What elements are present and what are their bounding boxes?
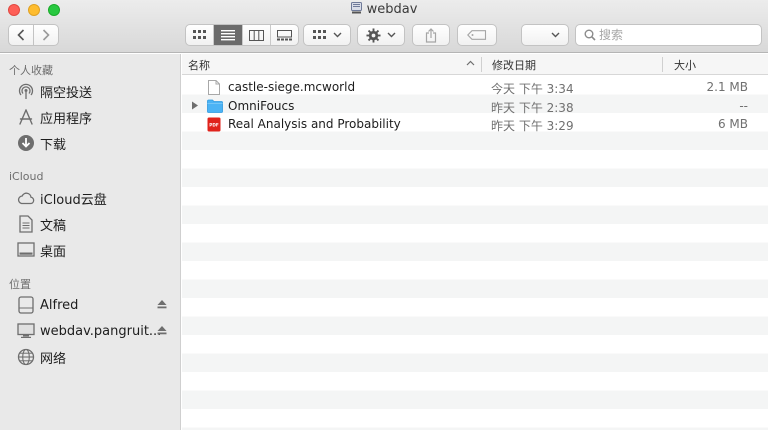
list-item[interactable]: OmniFoucs 昨天 下午 2:38 -- (182, 97, 768, 116)
back-button[interactable] (8, 24, 34, 46)
list-icon (220, 29, 235, 40)
pdf-badge-text: PDF (209, 123, 219, 128)
sidebar-item-label: Alfred (40, 297, 79, 313)
folder-icon (207, 99, 223, 113)
columns-icon (248, 29, 264, 41)
applications-icon (17, 108, 35, 126)
sidebar-item-applications[interactable]: 应用程序 (0, 105, 180, 129)
chevron-right-icon (42, 29, 50, 41)
desktop-icon (17, 241, 35, 259)
file-size: -- (739, 98, 748, 113)
sidebar-item-label: 隔空投送 (40, 85, 93, 101)
file-date: 昨天 下午 3:29 (491, 119, 574, 133)
column-divider[interactable] (662, 57, 663, 72)
sidebar: 个人收藏 隔空投送 应用程序 下载 iCloud iCloud云盘 文稿 桌面 … (0, 54, 181, 430)
eject-icon[interactable] (157, 325, 167, 335)
file-name: OmniFoucs (228, 98, 295, 113)
cloud-icon (17, 189, 35, 207)
sidebar-section-title-favorites: 个人收藏 (9, 64, 53, 77)
airdrop-icon (17, 82, 35, 100)
forward-button[interactable] (33, 24, 59, 46)
chevron-down-icon (387, 32, 396, 38)
pdf-icon: PDF (207, 117, 221, 132)
sidebar-item-alfred[interactable]: Alfred (0, 293, 180, 317)
sidebar-item-label: 桌面 (40, 244, 67, 260)
toolbar: webdav (0, 0, 768, 53)
file-size: 2.1 MB (706, 80, 748, 94)
icon-view-button[interactable] (186, 25, 215, 45)
file-name: castle-siege.mcworld (228, 80, 356, 94)
sidebar-item-label: webdav.pangruit... (40, 323, 162, 339)
tag-icon (467, 30, 487, 40)
document-icon (17, 215, 35, 233)
network-drive-icon (350, 2, 362, 14)
list-item[interactable]: PDF Real Analysis and Probability 昨天 下午 … (182, 115, 768, 134)
window-title: webdav (366, 2, 418, 17)
file-size: 6 MB (717, 117, 748, 131)
sidebar-item-documents[interactable]: 文稿 (0, 212, 180, 236)
disclosure-triangle-icon[interactable] (191, 101, 199, 110)
sidebar-item-label: 应用程序 (40, 111, 93, 127)
group-by-button[interactable] (303, 24, 351, 46)
sidebar-item-webdav[interactable]: webdav.pangruit... (0, 319, 180, 343)
network-globe-icon (17, 348, 35, 366)
share-button[interactable] (412, 24, 450, 46)
eject-icon[interactable] (157, 299, 167, 309)
sidebar-section-title-icloud: iCloud (9, 170, 44, 183)
chevron-left-icon (17, 29, 25, 41)
file-name: Real Analysis and Probability (228, 117, 401, 131)
column-divider[interactable] (481, 57, 482, 72)
file-icon (208, 80, 220, 95)
group-grid-icon (312, 30, 326, 39)
gallery-view-button[interactable] (271, 25, 298, 45)
column-view-button[interactable] (243, 25, 271, 45)
sidebar-item-label: 网络 (40, 351, 67, 367)
search-input[interactable] (599, 27, 754, 43)
chevron-down-icon (551, 32, 560, 38)
share-icon (425, 27, 437, 43)
chevron-down-icon (333, 32, 341, 38)
search-box[interactable] (575, 24, 762, 46)
sidebar-section-title-locations: 位置 (9, 278, 31, 291)
action-button[interactable] (357, 24, 405, 46)
sidebar-item-downloads[interactable]: 下载 (0, 131, 180, 155)
file-list: 名称 修改日期 大小 castle-siege.mcworld 今天 下午 3:… (182, 54, 768, 430)
monitor-icon (17, 322, 35, 340)
window-title-bar: webdav (0, 2, 768, 17)
column-header-date[interactable]: 修改日期 (492, 54, 536, 75)
gear-icon (366, 27, 381, 43)
disk-icon (17, 296, 35, 314)
tag-button[interactable] (457, 24, 497, 46)
sidebar-item-network[interactable]: 网络 (0, 345, 180, 369)
search-icon (584, 29, 596, 41)
column-header-size[interactable]: 大小 (674, 54, 696, 75)
sidebar-item-label: 文稿 (40, 218, 67, 234)
sidebar-item-label: iCloud云盘 (40, 192, 107, 208)
column-header-bar: 名称 修改日期 大小 (182, 54, 768, 75)
sidebar-item-airdrop[interactable]: 隔空投送 (0, 79, 180, 103)
grid-icon (192, 30, 206, 39)
column-header-name[interactable]: 名称 (188, 54, 480, 75)
sidebar-item-desktop[interactable]: 桌面 (0, 238, 180, 262)
download-icon (17, 134, 35, 152)
file-date: 昨天 下午 2:38 (491, 100, 574, 115)
gallery-icon (276, 29, 292, 40)
file-date: 今天 下午 3:34 (491, 82, 574, 96)
sort-ascending-icon (466, 60, 475, 66)
sidebar-item-label: 下载 (40, 137, 67, 153)
list-item[interactable]: castle-siege.mcworld 今天 下午 3:34 2.1 MB (182, 78, 768, 97)
list-view-button[interactable] (214, 25, 243, 45)
sidebar-item-icloud-drive[interactable]: iCloud云盘 (0, 186, 180, 210)
path-dropdown[interactable] (521, 24, 569, 46)
view-mode-control (185, 24, 299, 46)
